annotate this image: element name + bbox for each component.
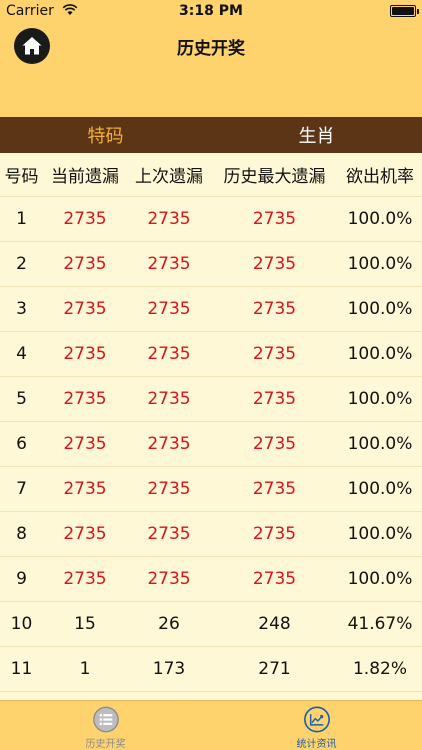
cell-max-missing: 2735: [252, 389, 297, 409]
cell-current-missing: 2735: [63, 254, 107, 274]
cell-max-missing: 2735: [252, 524, 297, 544]
table-row: 7 2735 2735 2735 100.0%: [0, 467, 422, 512]
battery-icon: [390, 5, 419, 17]
header-max-missing: 历史最大遗漏: [223, 167, 326, 187]
cell-max-missing: 2735: [252, 209, 297, 229]
cell-last-missing: 173: [152, 659, 186, 679]
tab-special-number[interactable]: 特码: [0, 117, 211, 153]
cell-probability: 100.0%: [347, 344, 413, 364]
header-probability: 欲出机率: [346, 167, 414, 187]
cell-max-missing: 2735: [252, 479, 297, 499]
cell-current-missing: 1: [79, 659, 91, 679]
cell-max-missing: 2735: [252, 434, 297, 454]
cell-current-missing: 2735: [63, 479, 107, 499]
cell-max-missing: 2735: [252, 344, 297, 364]
table-row: 6 2735 2735 2735 100.0%: [0, 422, 422, 467]
table-row: 2 2735 2735 2735 100.0%: [0, 242, 422, 287]
table-row: 9 2735 2735 2735 100.0%: [0, 557, 422, 602]
table-row: 4 2735 2735 2735 100.0%: [0, 332, 422, 377]
status-bar: Carrier 3:18 PM: [0, 0, 422, 22]
cell-probability: 100.0%: [347, 434, 413, 454]
cell-probability: 100.0%: [347, 569, 413, 589]
cell-last-missing: 2735: [147, 569, 191, 589]
cell-max-missing: 2735: [252, 569, 297, 589]
cell-current-missing: 2735: [63, 569, 107, 589]
cell-number: 2: [16, 254, 27, 274]
bottom-tab-history[interactable]: 历史开奖: [0, 701, 211, 750]
bottom-tab-statistics-label: 统计资讯: [296, 739, 337, 750]
segment-tabs: 特码 生肖: [0, 117, 422, 153]
cell-max-missing: 271: [258, 659, 291, 679]
cell-max-missing: 248: [258, 614, 291, 634]
cell-last-missing: 2735: [147, 389, 191, 409]
cell-number: 3: [16, 299, 27, 319]
cell-current-missing: 2735: [63, 434, 107, 454]
cell-last-missing: 2735: [147, 209, 191, 229]
cell-last-missing: 26: [158, 614, 180, 634]
table-row: 1 2735 2735 2735 100.0%: [0, 197, 422, 242]
tab-zodiac[interactable]: 生肖: [211, 117, 422, 153]
bottom-tab-bar: 历史开奖 统计资讯: [0, 700, 422, 750]
table-header: 号码 当前遗漏 上次遗漏 历史最大遗漏 欲出机率: [0, 153, 422, 197]
cell-current-missing: 2735: [63, 389, 107, 409]
cell-last-missing: 2735: [147, 524, 191, 544]
cell-number: 4: [16, 344, 27, 364]
cell-probability: 100.0%: [347, 389, 413, 409]
cell-probability: 100.0%: [347, 479, 413, 499]
cell-number: 1: [16, 209, 27, 229]
status-time: 3:18 PM: [179, 3, 243, 19]
header-area: Carrier 3:18 PM 历史开奖: [0, 0, 422, 117]
cell-max-missing: 2735: [252, 299, 297, 319]
cell-probability: 41.67%: [347, 614, 413, 634]
list-icon: [92, 706, 119, 733]
cell-probability: 100.0%: [347, 524, 413, 544]
header-last-missing: 上次遗漏: [135, 167, 203, 187]
cell-number: 9: [16, 569, 27, 589]
cell-probability: 1.82%: [352, 659, 407, 679]
table-row: 3 2735 2735 2735 100.0%: [0, 287, 422, 332]
chart-icon: [303, 706, 330, 733]
table-row: 5 2735 2735 2735 100.0%: [0, 377, 422, 422]
cell-probability: 100.0%: [347, 299, 413, 319]
cell-max-missing: 2735: [252, 254, 297, 274]
table-row: 10 15 26 248 41.67%: [0, 602, 422, 647]
cell-number: 5: [16, 389, 27, 409]
cell-current-missing: 2735: [63, 209, 107, 229]
cell-last-missing: 2735: [147, 254, 191, 274]
statistics-table: 号码 当前遗漏 上次遗漏 历史最大遗漏 欲出机率 1 2735 2735 2735 10…: [0, 153, 422, 692]
cell-current-missing: 2735: [63, 299, 107, 319]
cell-last-missing: 2735: [147, 434, 191, 454]
cell-number: 10: [10, 614, 33, 634]
cell-last-missing: 2735: [147, 299, 191, 319]
cell-last-missing: 2735: [147, 479, 191, 499]
cell-current-missing: 15: [74, 614, 96, 634]
page-title: 历史开奖: [177, 39, 245, 59]
cell-number: 7: [16, 479, 27, 499]
cell-number: 11: [10, 659, 33, 679]
cell-probability: 100.0%: [347, 254, 413, 274]
cell-last-missing: 2735: [147, 344, 191, 364]
cell-probability: 100.0%: [347, 209, 413, 229]
cell-number: 6: [16, 434, 27, 454]
cell-current-missing: 2735: [63, 524, 107, 544]
bottom-tab-history-label: 历史开奖: [85, 739, 126, 750]
header-current-missing: 当前遗漏: [51, 167, 119, 187]
cell-current-missing: 2735: [63, 344, 107, 364]
header-number: 号码: [4, 167, 39, 187]
table-row: 8 2735 2735 2735 100.0%: [0, 512, 422, 557]
table-row: 11 1 173 271 1.82%: [0, 647, 422, 692]
cell-number: 8: [16, 524, 27, 544]
bottom-tab-statistics[interactable]: 统计资讯: [211, 701, 422, 750]
